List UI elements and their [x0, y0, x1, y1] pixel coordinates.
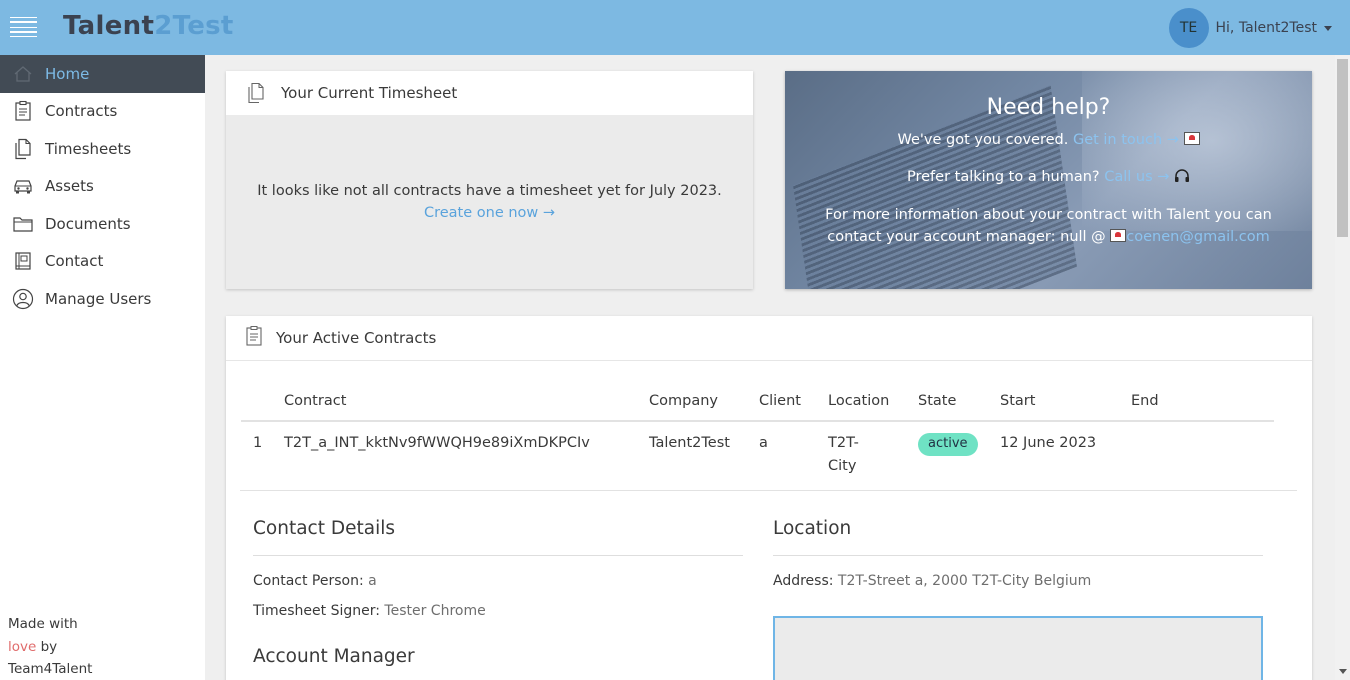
column-header-contract[interactable]: Contract — [284, 381, 649, 422]
card-title: Your Current Timesheet — [281, 84, 458, 102]
account-manager-title: Account Manager — [253, 646, 415, 667]
sidebar-item-label: Manage Users — [45, 289, 152, 308]
sidebar-item-timesheets[interactable]: Timesheets — [0, 130, 205, 168]
sidebar-item-documents[interactable]: Documents — [0, 205, 205, 243]
timesheet-card-body: It looks like not all contracts have a t… — [226, 115, 753, 289]
book-icon — [12, 250, 34, 272]
timesheet-signer: Timesheet Signer: Tester Chrome — [253, 603, 486, 619]
sidebar-item-label: Contact — [45, 252, 104, 271]
contracts-table: Contract Company Client Location State S… — [241, 381, 1274, 489]
sidebar-item-label: Contracts — [45, 102, 118, 121]
chevron-down-icon — [1324, 25, 1332, 31]
documents-icon — [12, 138, 34, 160]
row-index: 1 — [253, 435, 263, 451]
contract-id[interactable]: T2T_a_INT_kktNv9fWWQH9e89iXmDKPCIv — [284, 421, 649, 489]
user-greeting: Hi, Talent2Test — [1215, 20, 1317, 36]
logo-text-talent: Talent — [63, 11, 155, 41]
client-cell: a — [759, 435, 768, 451]
contact-person: Contact Person: a — [253, 573, 377, 589]
sidebar-item-label: Home — [45, 64, 90, 83]
footer-love: love — [8, 638, 37, 655]
user-menu[interactable]: TE Hi, Talent2Test — [1168, 8, 1332, 48]
top-bar: Talent2Test TE Hi, Talent2Test — [0, 0, 1350, 55]
divider — [240, 490, 1297, 491]
help-line-info: For more information about your contract… — [825, 207, 1272, 223]
column-header-end[interactable]: End — [1131, 381, 1274, 422]
logo-text-2test: 2Test — [154, 11, 234, 41]
column-header-client[interactable]: Client — [759, 381, 828, 422]
sidebar-item-contracts[interactable]: Contracts — [0, 93, 205, 131]
mail-icon — [1183, 132, 1200, 145]
help-title: Need help? — [986, 95, 1111, 120]
address: Address: T2T-Street a, 2000 T2T-City Bel… — [773, 573, 1092, 589]
home-icon — [12, 63, 34, 85]
headphones-icon — [1174, 169, 1190, 185]
scrollbar-thumb[interactable] — [1337, 59, 1348, 237]
help-card: Need help? We've got you covered. Get in… — [785, 71, 1312, 289]
location-cell: T2T- City — [828, 435, 859, 474]
location-map[interactable] — [773, 616, 1263, 680]
column-header-company[interactable]: Company — [649, 381, 759, 422]
card-header: Your Current Timesheet — [226, 71, 753, 115]
help-line-contact: We've got you covered. Get in touch → — [785, 129, 1312, 151]
get-in-touch-link[interactable]: Get in touch → — [1073, 132, 1179, 148]
footer-by: by — [36, 638, 58, 655]
company-cell: Talent2Test — [649, 435, 730, 451]
table-row[interactable]: 1 T2T_a_INT_kktNv9fWWQH9e89iXmDKPCIv Tal… — [241, 421, 1274, 489]
avatar: TE — [1168, 8, 1209, 48]
current-timesheet-card: Your Current Timesheet It looks like not… — [226, 71, 753, 289]
column-header-index — [241, 381, 284, 422]
clipboard-icon — [244, 325, 264, 351]
user-icon — [12, 288, 34, 310]
column-header-start[interactable]: Start — [1000, 381, 1131, 422]
sidebar-item-contact[interactable]: Contact — [0, 243, 205, 281]
scrollbar[interactable] — [1335, 55, 1350, 680]
divider — [773, 555, 1263, 556]
footer-credit: Made with love by Team4Talent — [8, 613, 92, 680]
table-header-row: Contract Company Client Location State S… — [241, 381, 1274, 422]
sidebar-item-manage-users[interactable]: Manage Users — [0, 280, 205, 318]
timesheet-message: It looks like not all contracts have a t… — [257, 183, 722, 199]
sidebar-item-home[interactable]: Home — [0, 55, 205, 93]
mail-icon — [1110, 229, 1127, 242]
card-title: Your Active Contracts — [276, 329, 437, 347]
folder-icon — [12, 213, 34, 235]
create-timesheet-link[interactable]: Create one now → — [424, 202, 555, 224]
menu-toggle-icon[interactable] — [10, 17, 37, 37]
start-cell: 12 June 2023 — [1000, 435, 1097, 451]
app-logo[interactable]: Talent2Test — [63, 11, 234, 41]
footer-made-with: Made with — [8, 616, 78, 632]
documents-icon — [246, 82, 268, 104]
sidebar: Home Contracts Timesheets Assets Documen… — [0, 55, 205, 680]
state-cell: active — [918, 421, 1000, 489]
column-header-location[interactable]: Location — [828, 381, 918, 422]
active-contracts-card: Your Active Contracts Contract Company C… — [226, 316, 1312, 680]
call-us-link[interactable]: Call us → — [1104, 169, 1169, 185]
card-header: Your Active Contracts — [226, 316, 1312, 361]
sidebar-item-label: Assets — [45, 177, 94, 196]
help-line-call: Prefer talking to a human? Call us → — [785, 166, 1312, 188]
clipboard-icon — [12, 100, 34, 122]
column-header-state[interactable]: State — [918, 381, 1000, 422]
divider — [253, 555, 743, 556]
sidebar-item-label: Documents — [45, 214, 131, 233]
location-title: Location — [773, 518, 852, 539]
manager-email-link[interactable]: coenen@gmail.com — [1126, 229, 1269, 245]
end-cell — [1131, 421, 1274, 489]
car-icon — [12, 175, 34, 197]
help-line-manager: contact your account manager: null @ coe… — [827, 229, 1270, 245]
scroll-down-icon[interactable] — [1339, 669, 1347, 674]
status-badge: active — [918, 433, 978, 456]
sidebar-item-assets[interactable]: Assets — [0, 168, 205, 206]
sidebar-item-label: Timesheets — [45, 139, 132, 158]
contact-details-title: Contact Details — [253, 518, 395, 539]
footer-team-link[interactable]: Team4Talent — [8, 658, 92, 680]
